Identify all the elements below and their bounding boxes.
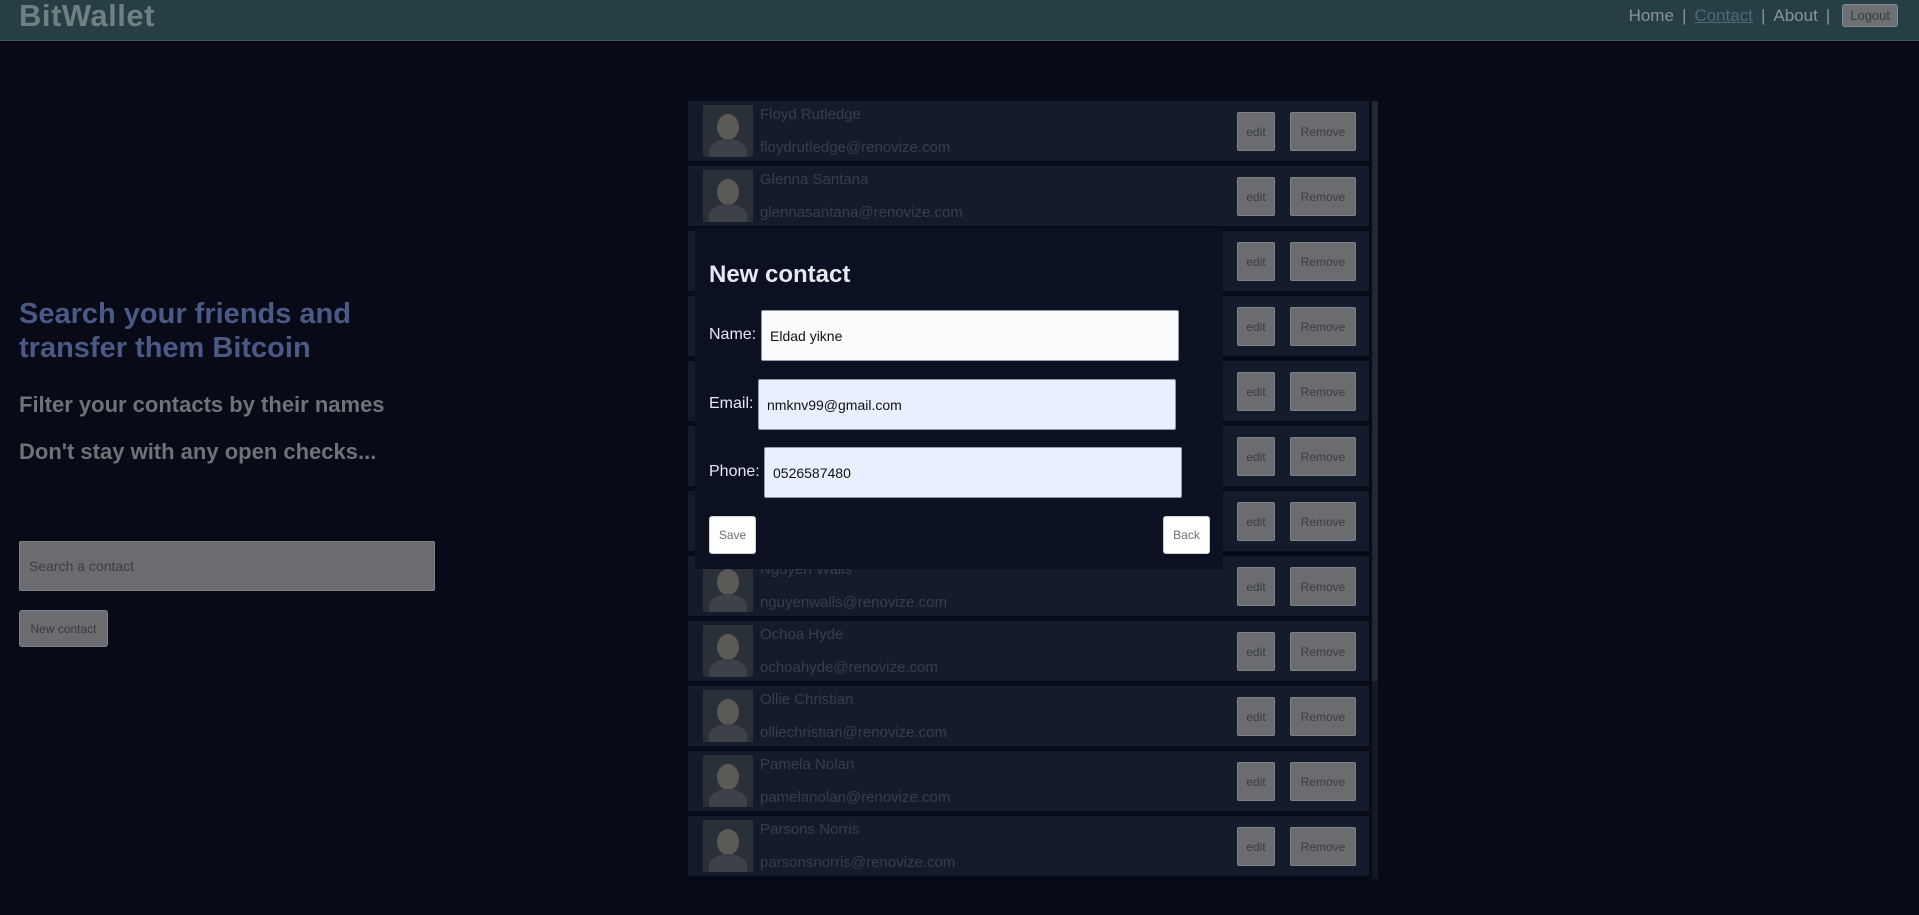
contact-email: floydrutledge@renovize.com — [760, 139, 951, 156]
hero-title: Search your friends and transfer them Bi… — [19, 298, 351, 364]
contact-name: Floyd Rutledge — [760, 106, 861, 123]
remove-contact-button[interactable]: Remove — [1290, 112, 1356, 151]
logout-button[interactable]: Logout — [1842, 4, 1898, 27]
nav-separator: | — [1825, 5, 1831, 25]
app-logo: BitWallet — [19, 0, 155, 33]
modal-title: New contact — [709, 261, 851, 288]
contact-name: Ochoa Hyde — [760, 626, 844, 643]
back-button[interactable]: Back — [1163, 516, 1210, 554]
contact-email: nguyenwalls@renovize.com — [760, 594, 947, 611]
hero-subtitle-checks: Don't stay with any open checks... — [19, 439, 377, 464]
contact-name: Pamela Nolan — [760, 756, 855, 773]
new-contact-modal: New contact Name: Email: Phone: Save Bac… — [695, 228, 1223, 569]
contact-row: Ochoa Hyde ochoahyde@renovize.com edit Remo… — [688, 621, 1369, 681]
edit-contact-button[interactable]: edit — [1237, 697, 1275, 736]
contact-name: Glenna Santana — [760, 171, 869, 188]
name-label: Name: — [709, 326, 757, 343]
remove-contact-button[interactable]: Remove — [1290, 827, 1356, 866]
app-header: BitWallet Home | Contact | About | Logou… — [0, 0, 1919, 41]
contact-row: Pamela Nolan pamelanolan@renovize.com edit… — [688, 751, 1369, 811]
remove-contact-button[interactable]: Remove — [1290, 567, 1356, 606]
contact-avatar — [703, 170, 753, 222]
remove-contact-button[interactable]: Remove — [1290, 307, 1356, 346]
contact-row: Parsons Norris parsonsnorris@renovize.com… — [688, 816, 1369, 876]
remove-contact-button[interactable]: Remove — [1290, 697, 1356, 736]
phone-field[interactable] — [764, 447, 1182, 498]
remove-contact-button[interactable]: Remove — [1290, 242, 1356, 281]
nav-contact-link[interactable]: Contact — [1694, 6, 1753, 26]
scrollbar-thumb[interactable] — [1372, 101, 1378, 681]
edit-contact-button[interactable]: edit — [1237, 307, 1275, 346]
contact-avatar — [703, 820, 753, 872]
contact-email: parsonsnorris@renovize.com — [760, 854, 956, 871]
save-button[interactable]: Save — [709, 516, 756, 554]
contact-row: Ollie Christian olliechristian@renovize.c… — [688, 686, 1369, 746]
contact-list-scrollbar[interactable] — [1372, 101, 1378, 879]
contact-email: ochoahyde@renovize.com — [760, 659, 938, 676]
edit-contact-button[interactable]: edit — [1237, 502, 1275, 541]
new-contact-button[interactable]: New contact — [19, 610, 108, 647]
contact-avatar — [703, 105, 753, 157]
search-input[interactable] — [19, 541, 435, 591]
edit-contact-button[interactable]: edit — [1237, 177, 1275, 216]
name-field[interactable] — [761, 310, 1179, 361]
remove-contact-button[interactable]: Remove — [1290, 632, 1356, 671]
remove-contact-button[interactable]: Remove — [1290, 372, 1356, 411]
phone-label: Phone: — [709, 463, 760, 480]
nav-about-link[interactable]: About — [1773, 6, 1817, 26]
remove-contact-button[interactable]: Remove — [1290, 762, 1356, 801]
edit-contact-button[interactable]: edit — [1237, 762, 1275, 801]
nav-home-link[interactable]: Home — [1629, 6, 1674, 26]
email-label: Email: — [709, 395, 754, 412]
edit-contact-button[interactable]: edit — [1237, 112, 1275, 151]
contact-email: olliechristian@renovize.com — [760, 724, 947, 741]
remove-contact-button[interactable]: Remove — [1290, 437, 1356, 476]
contact-name: Ollie Christian — [760, 691, 854, 708]
contact-avatar — [703, 755, 753, 807]
contact-email: glennasantana@renovize.com — [760, 204, 963, 221]
edit-contact-button[interactable]: edit — [1237, 372, 1275, 411]
edit-contact-button[interactable]: edit — [1237, 632, 1275, 671]
contact-row: Glenna Santana glennasantana@renovize.com… — [688, 166, 1369, 226]
contact-avatar — [703, 690, 753, 742]
edit-contact-button[interactable]: edit — [1237, 567, 1275, 606]
main-nav: Home | Contact | About | Logout — [1629, 4, 1898, 27]
contact-row: Floyd Rutledge floydrutledge@renovize.com… — [688, 101, 1369, 161]
edit-contact-button[interactable]: edit — [1237, 827, 1275, 866]
nav-separator: | — [1760, 5, 1766, 25]
remove-contact-button[interactable]: Remove — [1290, 177, 1356, 216]
edit-contact-button[interactable]: edit — [1237, 437, 1275, 476]
contact-avatar — [703, 625, 753, 677]
contact-name: Parsons Norris — [760, 821, 860, 838]
edit-contact-button[interactable]: edit — [1237, 242, 1275, 281]
nav-separator: | — [1681, 5, 1687, 25]
hero-subtitle-filter: Filter your contacts by their names — [19, 392, 385, 417]
email-field[interactable] — [758, 379, 1176, 430]
remove-contact-button[interactable]: Remove — [1290, 502, 1356, 541]
contact-email: pamelanolan@renovize.com — [760, 789, 951, 806]
